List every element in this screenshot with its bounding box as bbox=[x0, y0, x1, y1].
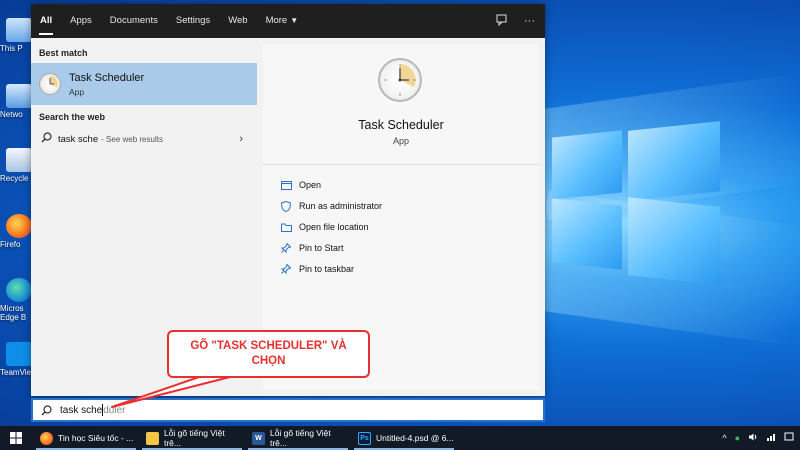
desktop-icon-label: This P bbox=[0, 44, 23, 53]
tab-all[interactable]: All bbox=[31, 4, 61, 38]
taskbar-item-explorer[interactable]: Lỗi gõ tiếng Việt trê... bbox=[140, 426, 244, 450]
details-subtitle: App bbox=[392, 136, 409, 146]
system-tray: ^ ● bbox=[722, 426, 794, 450]
photoshop-icon: Ps bbox=[358, 431, 371, 445]
search-input[interactable]: task sche duler bbox=[31, 398, 545, 422]
taskbar: Tin học Siêu tốc - ... Lỗi gõ tiếng Việt… bbox=[0, 426, 800, 450]
tab-more-label: More bbox=[265, 15, 288, 26]
shield-icon bbox=[279, 200, 293, 212]
search-icon bbox=[41, 130, 52, 148]
search-autocomplete-hint: duler bbox=[103, 404, 126, 416]
task-scheduler-icon bbox=[39, 73, 61, 95]
teamviewer-icon bbox=[6, 342, 32, 366]
wallpaper-logo-pane bbox=[628, 121, 720, 201]
notification-icon[interactable] bbox=[784, 432, 794, 444]
best-match-title: Task Scheduler bbox=[69, 71, 145, 84]
instruction-callout: GÕ "TASK SCHEDULER" VÀ CHỌN bbox=[167, 330, 370, 378]
desktop-icon-label: TeamVie bbox=[0, 368, 31, 377]
search-input-text: task sche bbox=[60, 404, 103, 416]
tab-settings[interactable]: Settings bbox=[167, 4, 219, 38]
volume-icon[interactable] bbox=[748, 432, 758, 444]
pin-icon bbox=[279, 263, 293, 275]
web-result-suffix: - See web results bbox=[101, 134, 163, 144]
best-match-subtitle: App bbox=[69, 86, 85, 97]
folder-icon bbox=[279, 221, 293, 233]
feedback-icon[interactable] bbox=[496, 14, 508, 29]
desktop-icon-label: Netwo bbox=[0, 110, 23, 119]
network-icon bbox=[6, 84, 32, 108]
word-icon: W bbox=[252, 431, 265, 445]
desktop-icon-teamviewer[interactable]: TeamVie bbox=[0, 342, 34, 377]
wallpaper-logo-pane bbox=[552, 198, 622, 270]
chevron-right-icon[interactable]: › bbox=[239, 133, 243, 145]
taskbar-item-firefox[interactable]: Tin học Siêu tốc - ... bbox=[34, 426, 138, 450]
tab-more[interactable]: More ▼ bbox=[257, 4, 308, 38]
details-divider bbox=[263, 164, 539, 165]
windows-logo-icon bbox=[10, 432, 22, 444]
desktop-icon-recycle-bin[interactable]: Recycle bbox=[0, 148, 34, 183]
tab-apps[interactable]: Apps bbox=[61, 4, 101, 38]
desktop-icon-label: Firefo bbox=[0, 240, 21, 249]
this-pc-icon bbox=[6, 18, 32, 42]
desktop-icon-this-pc[interactable]: This P bbox=[0, 18, 34, 53]
desktop-icon-label: Recycle bbox=[0, 174, 29, 183]
action-label: Run as administrator bbox=[299, 201, 383, 211]
start-button[interactable] bbox=[0, 426, 32, 450]
web-result-query: task sche bbox=[58, 133, 99, 145]
taskbar-item-label: Lỗi gõ tiếng Việt trê... bbox=[269, 428, 331, 448]
folder-icon bbox=[146, 431, 159, 445]
best-match-item[interactable]: Task Scheduler App bbox=[31, 63, 257, 105]
desktop-icon-network[interactable]: Netwo bbox=[0, 84, 34, 119]
details-title: Task Scheduler bbox=[358, 118, 444, 132]
action-label: Pin to Start bbox=[299, 243, 344, 253]
top-bar-icons: ··· bbox=[496, 4, 535, 38]
chevron-up-icon[interactable]: ^ bbox=[722, 433, 726, 443]
action-label: Pin to taskbar bbox=[299, 264, 355, 274]
network-icon[interactable] bbox=[766, 432, 776, 444]
edge-beta-icon bbox=[6, 278, 32, 302]
search-web-header: Search the web bbox=[39, 112, 106, 122]
web-result-item[interactable]: task sche - See web results › bbox=[31, 127, 257, 151]
taskbar-item-label: Untitled-4.psd @ 6... bbox=[376, 433, 454, 443]
task-scheduler-large-icon bbox=[378, 58, 422, 102]
action-pin-to-start[interactable]: Pin to Start bbox=[279, 240, 344, 256]
action-label: Open file location bbox=[299, 222, 369, 232]
desktop-icon-label: Micros Edge B bbox=[0, 304, 27, 322]
callout-text: GÕ "TASK SCHEDULER" VÀ CHỌN bbox=[190, 340, 347, 367]
recycle-bin-icon bbox=[6, 148, 32, 172]
best-match-header: Best match bbox=[39, 48, 88, 58]
pin-icon bbox=[279, 242, 293, 254]
action-open-file-location[interactable]: Open file location bbox=[279, 219, 369, 235]
action-pin-to-taskbar[interactable]: Pin to taskbar bbox=[279, 261, 354, 277]
tab-documents[interactable]: Documents bbox=[101, 4, 167, 38]
taskbar-item-word[interactable]: W Lỗi gõ tiếng Việt trê... bbox=[246, 426, 350, 450]
action-label: Open bbox=[299, 180, 322, 190]
wallpaper-logo-pane bbox=[628, 197, 720, 285]
taskbar-item-label: Tin học Siêu tốc - ... bbox=[58, 433, 134, 443]
firefox-icon bbox=[40, 431, 53, 445]
open-icon bbox=[279, 179, 293, 191]
search-icon bbox=[41, 404, 52, 416]
taskbar-item-label: Lỗi gõ tiếng Việt trê... bbox=[163, 428, 225, 448]
tab-web[interactable]: Web bbox=[219, 4, 256, 38]
firefox-icon bbox=[6, 214, 32, 238]
chevron-down-icon: ▼ bbox=[290, 16, 299, 25]
search-filter-bar: All Apps Documents Settings Web More ▼ ··… bbox=[31, 4, 545, 38]
desktop-icon-firefox[interactable]: Firefo bbox=[0, 214, 34, 249]
desktop-icon-edge-beta[interactable]: Micros Edge B bbox=[0, 278, 34, 322]
defender-shield-icon[interactable]: ● bbox=[735, 433, 740, 443]
more-options-icon[interactable]: ··· bbox=[524, 15, 535, 27]
taskbar-item-photoshop[interactable]: Ps Untitled-4.psd @ 6... bbox=[352, 426, 456, 450]
wallpaper-logo-pane bbox=[552, 130, 622, 200]
action-run-as-admin[interactable]: Run as administrator bbox=[279, 198, 382, 214]
action-open[interactable]: Open bbox=[279, 177, 321, 193]
